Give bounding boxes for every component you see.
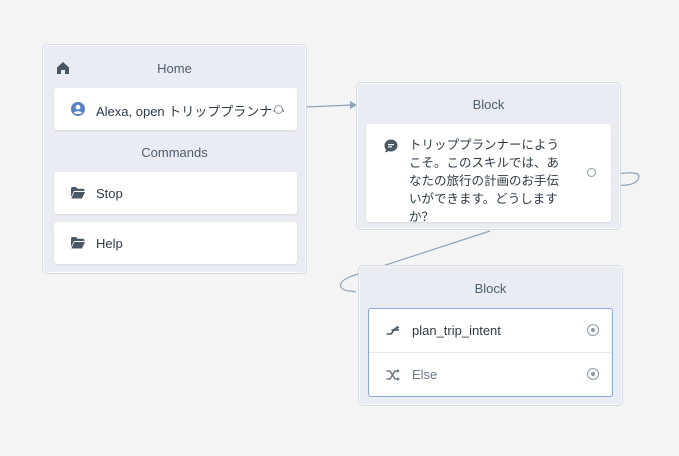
intent-label: plan_trip_intent <box>412 323 501 338</box>
block-title: Block <box>472 97 505 112</box>
home-block[interactable]: Home Alexa, open トリッププランナー Commands Stop <box>42 44 307 274</box>
block-title: Block <box>474 281 507 296</box>
folder-icon <box>71 187 85 199</box>
else-label: Else <box>412 367 438 382</box>
output-port[interactable] <box>587 324 599 336</box>
chat-icon <box>384 139 398 153</box>
trigger-label: Alexa, open トリッププランナー <box>96 104 286 119</box>
output-port[interactable] <box>274 105 283 114</box>
trigger-card[interactable]: Alexa, open トリッププランナー <box>54 88 297 130</box>
choice-row-intent[interactable]: plan_trip_intent <box>369 309 612 353</box>
output-port[interactable] <box>587 368 599 380</box>
block-title: Home <box>157 61 192 76</box>
speak-text: トリッププランナーにようこそ。このスキルでは、あなたの旅行の計画のお手伝いができ… <box>409 138 560 224</box>
shuffle-icon <box>386 369 400 381</box>
intent-icon <box>386 325 400 337</box>
folder-icon <box>71 237 85 249</box>
speak-block[interactable]: Block トリッププランナーにようこそ。このスキルでは、あなたの旅行の計画のお… <box>356 82 621 230</box>
commands-title: Commands <box>141 145 208 160</box>
speak-card[interactable]: トリッププランナーにようこそ。このスキルでは、あなたの旅行の計画のお手伝いができ… <box>366 124 611 224</box>
output-port[interactable] <box>587 168 596 177</box>
flow-canvas[interactable]: Home Alexa, open トリッププランナー Commands Stop <box>0 0 679 456</box>
choice-block[interactable]: Block plan_trip_intent Else <box>358 265 623 406</box>
command-card-help[interactable]: Help <box>54 222 297 264</box>
command-label: Stop <box>96 186 123 201</box>
choice-row-else[interactable]: Else <box>369 353 612 397</box>
choice-list: plan_trip_intent Else <box>368 308 613 397</box>
command-label: Help <box>96 236 123 251</box>
user-icon <box>71 102 85 116</box>
command-card-stop[interactable]: Stop <box>54 172 297 214</box>
